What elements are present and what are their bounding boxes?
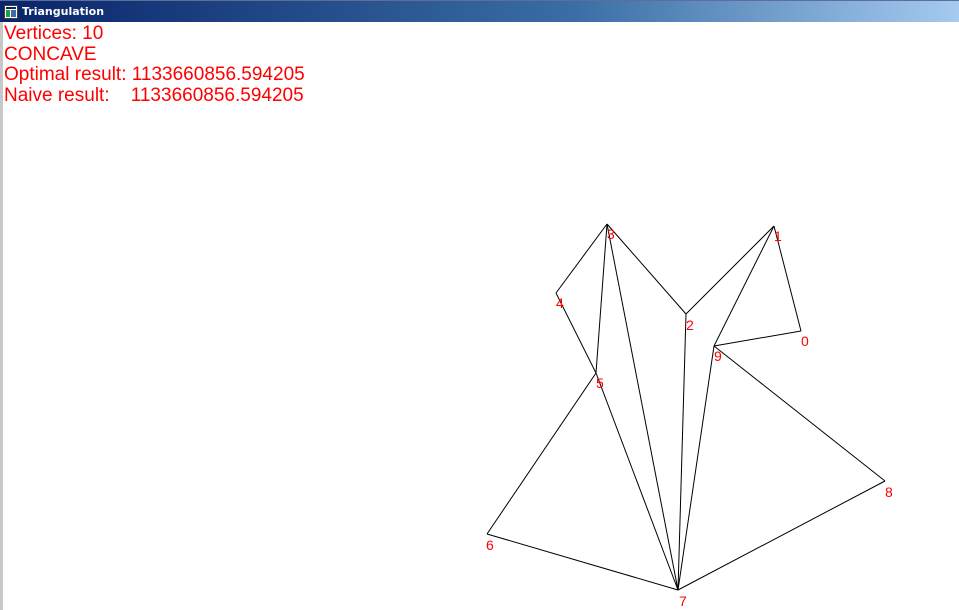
vertex-label: 5 — [596, 375, 604, 391]
diagonal — [677, 313, 687, 591]
edge — [713, 330, 802, 347]
polygon-type-text: CONCAVE — [4, 43, 97, 65]
edge — [606, 223, 687, 315]
edge — [555, 223, 608, 294]
diagonal — [606, 223, 679, 591]
vertex-label: 4 — [556, 295, 564, 311]
triangulation-edges — [486, 223, 886, 591]
vertex-label: 6 — [486, 537, 494, 553]
diagonal — [595, 223, 608, 374]
vertex-count-text: Vertices: 10 — [4, 23, 104, 44]
application-window: Triangulation Vertices: 10 CONCAVE Optim… — [0, 0, 959, 610]
vertex-label: 2 — [686, 317, 694, 333]
edge — [677, 480, 886, 591]
optimal-result-text: Optimal result: 1133660856.594205 — [4, 64, 305, 85]
vertex-label: 1 — [774, 228, 782, 244]
vertex-label: 7 — [679, 593, 687, 609]
diagonal — [595, 372, 679, 591]
diagonal — [677, 345, 715, 591]
vertex-label: 9 — [714, 348, 722, 364]
result-info: Vertices: 10 CONCAVE Optimal result: 113… — [4, 23, 305, 106]
vertex-label: 8 — [885, 484, 893, 500]
edge — [685, 225, 775, 315]
vertex-label: 0 — [801, 333, 809, 349]
edge — [486, 372, 597, 535]
naive-result-text: Naive result: 1133660856.594205 — [4, 84, 304, 106]
edge — [486, 533, 679, 591]
vertex-label: 3 — [607, 226, 615, 242]
diagonal — [713, 225, 775, 347]
edge — [713, 345, 886, 482]
